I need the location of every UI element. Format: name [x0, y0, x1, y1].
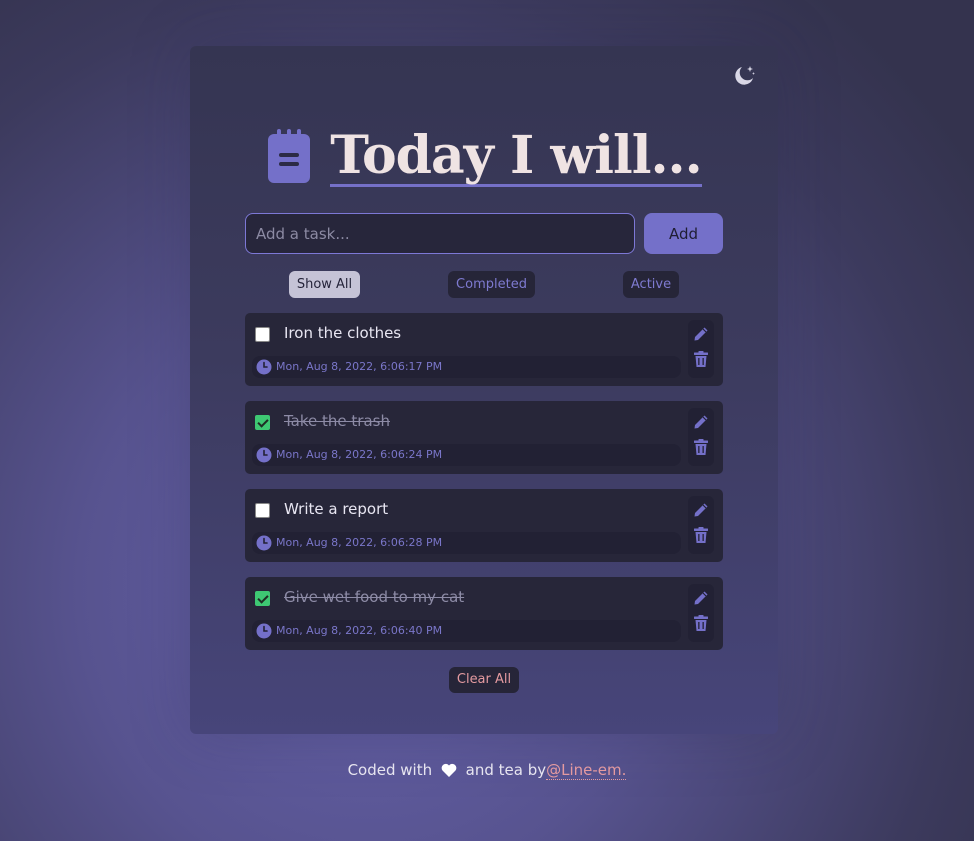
task-item: Iron the clothes Mon, Aug 8, 2022, 6:06:…	[245, 313, 723, 386]
todo-card: Today I will... Add Show All Completed A…	[190, 46, 778, 734]
task-item: Write a report Mon, Aug 8, 2022, 6:06:28…	[245, 489, 723, 562]
timestamp-text: Mon, Aug 8, 2022, 6:06:28 PM	[276, 536, 443, 549]
task-checkbox[interactable]	[255, 415, 270, 430]
task-actions	[688, 496, 714, 554]
timestamp-text: Mon, Aug 8, 2022, 6:06:17 PM	[276, 360, 443, 373]
trash-icon[interactable]	[694, 615, 708, 631]
task-item: Take the trash Mon, Aug 8, 2022, 6:06:24…	[245, 401, 723, 474]
task-list: Iron the clothes Mon, Aug 8, 2022, 6:06:…	[245, 313, 723, 665]
task-actions	[688, 584, 714, 642]
task-actions	[688, 408, 714, 466]
task-item: Give wet food to my cat Mon, Aug 8, 2022…	[245, 577, 723, 650]
filter-active[interactable]: Active	[623, 271, 679, 298]
footer-prefix: Coded with	[347, 761, 433, 779]
task-checkbox[interactable]	[255, 591, 270, 606]
add-button[interactable]: Add	[644, 213, 723, 254]
task-timestamp: Mon, Aug 8, 2022, 6:06:24 PM	[252, 444, 681, 466]
author-link[interactable]: @Line-em.	[546, 761, 627, 780]
clear-all-button[interactable]: Clear All	[449, 667, 519, 693]
task-text: Write a report	[284, 500, 389, 518]
footer: Coded with and tea by@Line-em.	[0, 761, 974, 780]
pencil-icon[interactable]	[693, 502, 709, 518]
footer-middle: and tea by	[465, 761, 547, 779]
pencil-icon[interactable]	[693, 414, 709, 430]
clock-icon	[256, 447, 272, 463]
filter-show-all[interactable]: Show All	[289, 271, 360, 298]
timestamp-text: Mon, Aug 8, 2022, 6:06:40 PM	[276, 624, 443, 637]
filter-completed[interactable]: Completed	[448, 271, 535, 298]
task-input[interactable]	[245, 213, 635, 254]
timestamp-text: Mon, Aug 8, 2022, 6:06:24 PM	[276, 448, 443, 461]
notepad-icon	[268, 129, 311, 183]
moon-stars-icon[interactable]	[732, 64, 756, 88]
trash-icon[interactable]	[694, 527, 708, 543]
trash-icon[interactable]	[694, 351, 708, 367]
add-task-form: Add	[245, 213, 723, 254]
task-timestamp: Mon, Aug 8, 2022, 6:06:40 PM	[252, 620, 681, 642]
task-actions	[688, 320, 714, 378]
pencil-icon[interactable]	[693, 326, 709, 342]
task-timestamp: Mon, Aug 8, 2022, 6:06:17 PM	[252, 356, 681, 378]
page-title: Today I will...	[330, 124, 703, 187]
clock-icon	[256, 535, 272, 551]
pencil-icon[interactable]	[693, 590, 709, 606]
clock-icon	[256, 359, 272, 375]
heart-icon	[441, 763, 457, 777]
header: Today I will...	[190, 122, 778, 192]
task-text: Give wet food to my cat	[284, 588, 465, 606]
task-checkbox[interactable]	[255, 327, 270, 342]
task-checkbox[interactable]	[255, 503, 270, 518]
task-text: Take the trash	[284, 412, 390, 430]
task-text: Iron the clothes	[284, 324, 402, 342]
clock-icon	[256, 623, 272, 639]
trash-icon[interactable]	[694, 439, 708, 455]
task-timestamp: Mon, Aug 8, 2022, 6:06:28 PM	[252, 532, 681, 554]
